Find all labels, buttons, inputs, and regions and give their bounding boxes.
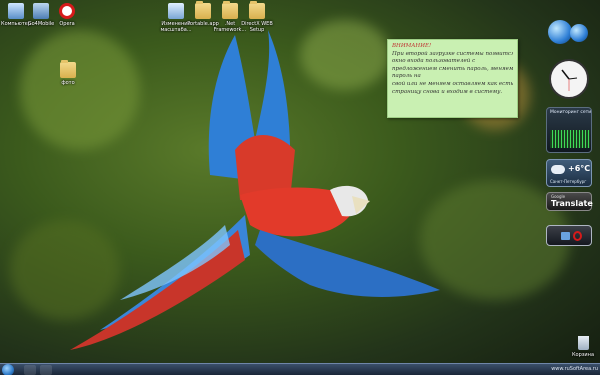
recycle-bin-icon <box>577 336 589 350</box>
translate-label: Translate <box>551 199 593 208</box>
clock-face <box>549 59 589 99</box>
gadget-network-monitor[interactable]: Мониторинг сети <box>546 107 592 153</box>
note-line: страницу снова и входим в систему. <box>392 88 503 95</box>
taskbar <box>0 363 600 375</box>
desktop-icon-label: Opera <box>59 21 75 27</box>
gadget-app-launcher[interactable] <box>546 225 592 246</box>
gadget-weather[interactable]: +6°C Санкт-Петербург <box>546 159 592 187</box>
globe-icon <box>570 24 588 42</box>
weather-city: Санкт-Петербург <box>550 179 587 184</box>
folder-icon <box>249 1 265 19</box>
desktop-icon-photo-folder[interactable]: фото <box>46 60 90 86</box>
opera-icon <box>59 3 75 19</box>
sticky-note[interactable]: ВНИМАНИЕ! При второй загрузке системы по… <box>387 39 518 118</box>
start-button[interactable] <box>2 364 14 375</box>
note-line: свой или не меняем оставляем как есть <box>392 80 513 87</box>
taskbar-explorer-button[interactable] <box>24 365 36 375</box>
desktop-icon-opera[interactable]: Opera <box>45 3 89 27</box>
desktop-icon-label: DirectX WEB Setup <box>241 21 273 33</box>
network-graph <box>550 130 590 148</box>
desktop-icon-recycle-bin[interactable]: Корзина <box>561 336 600 358</box>
desktop-icon-label: Корзина <box>571 352 595 358</box>
gadget-clock[interactable] <box>546 58 592 100</box>
note-line: предложением сменить пароль, меняем <box>392 65 513 72</box>
gadget-weather-globe[interactable] <box>546 18 592 52</box>
cloud-icon <box>551 165 565 174</box>
watermark-text: www.ruSoftArea.ru <box>551 366 598 372</box>
note-line: При второй загрузке системы появится <box>392 50 513 57</box>
note-line: окно входа пользователей с <box>392 58 476 65</box>
opera-icon <box>573 231 582 241</box>
parrot-right-wing <box>255 230 440 297</box>
taskbar-switch-windows-button[interactable] <box>40 365 52 375</box>
folder-icon <box>60 60 76 78</box>
shortcut-icon <box>561 232 570 240</box>
note-line: пароль на <box>392 73 421 80</box>
desktop-icon-label: фото <box>61 80 75 86</box>
globe-icon <box>548 20 572 44</box>
network-monitor-title: Мониторинг сети <box>550 110 592 115</box>
gadget-translate[interactable]: Google Translate <box>546 192 593 211</box>
desktop-icon-directx[interactable]: DirectX WEB Setup <box>235 1 279 33</box>
weather-temperature: +6°C <box>568 164 591 173</box>
note-line: ВНИМАНИЕ! <box>392 43 432 49</box>
